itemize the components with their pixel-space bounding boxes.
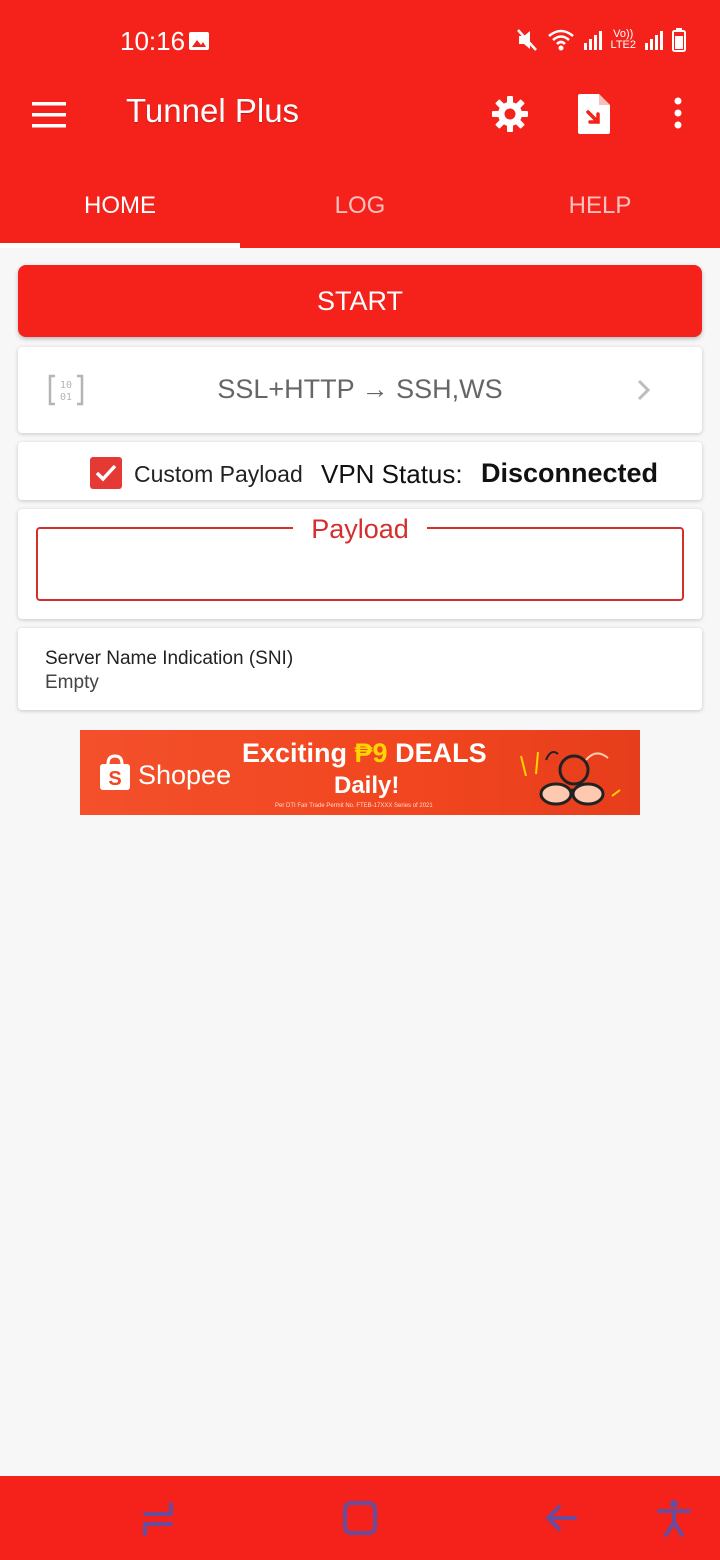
payload-legend-text: Payload <box>293 514 427 544</box>
ad-brand: Shopee <box>138 760 232 790</box>
custom-payload-label[interactable]: Custom Payload <box>134 461 303 488</box>
app-bar: Tunnel Plus <box>0 82 720 164</box>
back-icon[interactable] <box>541 1498 581 1538</box>
custom-payload-checkbox[interactable] <box>90 457 122 489</box>
svg-text:S: S <box>108 768 121 790</box>
signal-icon <box>583 31 602 50</box>
recents-icon[interactable] <box>139 1498 179 1538</box>
ad-subline: Daily! <box>334 772 400 799</box>
lte-label: LTE2 <box>610 39 636 51</box>
wifi-icon <box>547 29 574 51</box>
sni-value: Empty <box>45 672 99 693</box>
tab-log[interactable]: LOG <box>240 164 480 248</box>
mute-icon <box>516 29 537 51</box>
network-type-label: Vo)) LTE2 <box>611 29 636 51</box>
menu-icon[interactable] <box>30 98 70 134</box>
signal-icon <box>645 31 663 50</box>
connection-mode-label: SSL+HTTP → SSH,WS <box>217 374 503 404</box>
image-icon <box>189 32 209 50</box>
start-button[interactable]: START <box>18 265 702 337</box>
options-card: Custom Payload VPN Status: Disconnected <box>18 442 702 500</box>
status-time: 10:16 <box>120 26 186 56</box>
vpn-status-label: VPN Status: <box>321 459 463 489</box>
chevron-right-icon <box>637 379 651 401</box>
connection-mode-selector[interactable]: 10 01 SSL+HTTP → SSH,WS <box>18 347 702 433</box>
more-options-icon[interactable] <box>664 94 692 134</box>
shopee-bag-icon: S <box>100 754 130 790</box>
import-file-icon[interactable] <box>576 92 612 136</box>
gear-icon[interactable] <box>490 94 530 134</box>
home-icon[interactable] <box>340 1498 380 1538</box>
sni-setting[interactable]: Server Name Indication (SNI) Empty <box>18 628 702 710</box>
tab-home[interactable]: HOME <box>0 164 240 248</box>
battery-icon <box>672 28 686 52</box>
ad-headline-price: ₱9 <box>354 738 388 768</box>
payload-legend: Payload <box>18 514 702 545</box>
status-icons: Vo)) LTE2 <box>515 27 686 53</box>
ad-fine-print: Per DTI Fair Trade Permit No. FTEB-17XXX… <box>275 803 433 809</box>
payload-card: Payload <box>18 509 702 619</box>
ad-headline-prefix: Exciting <box>242 738 355 768</box>
app-title: Tunnel Plus <box>126 92 300 129</box>
accessibility-icon[interactable] <box>654 1498 694 1538</box>
tab-bar: HOME LOG HELP <box>0 164 720 248</box>
status-bar: 10:16 Vo)) LTE2 <box>0 0 720 82</box>
ad-headline: Exciting ₱9 DEALS <box>242 738 487 769</box>
ad-headline-suffix: DEALS <box>387 738 487 768</box>
sni-title: Server Name Indication (SNI) <box>45 648 294 669</box>
checkmark-icon <box>95 464 117 482</box>
system-nav-bar <box>0 1476 720 1560</box>
ad-banner[interactable]: S Shopee Exciting ₱9 DEALS Daily! Per DT… <box>80 730 640 815</box>
ad-glasses-illustration <box>520 751 621 806</box>
vpn-status-value: Disconnected <box>481 458 659 488</box>
tab-help[interactable]: HELP <box>480 164 720 248</box>
